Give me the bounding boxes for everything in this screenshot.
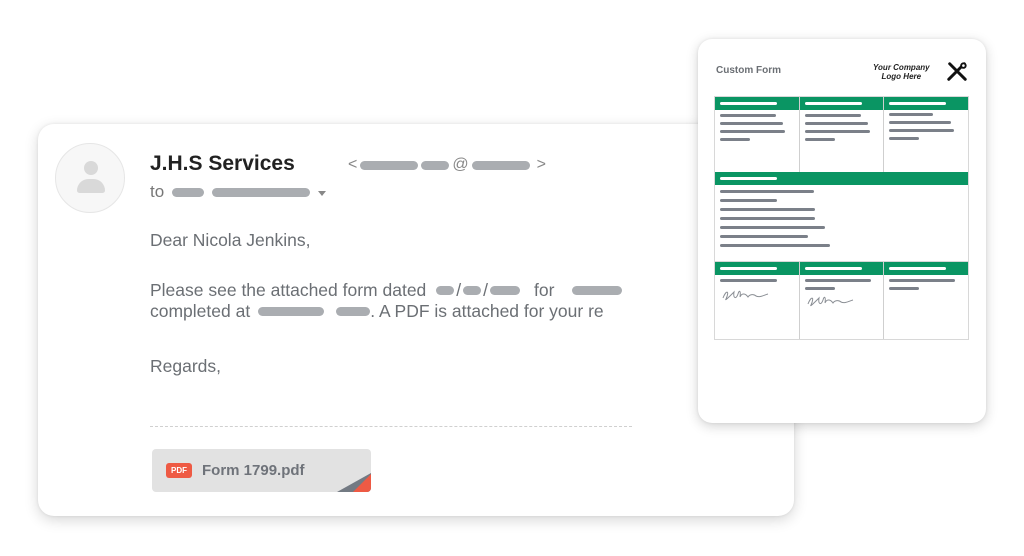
- avatar-body-icon: [77, 179, 105, 193]
- form-title: Custom Form: [716, 65, 781, 76]
- redacted-block: [336, 307, 371, 316]
- email-message: J.H.S Services < @ > to Dear Nicola Jenk…: [38, 124, 794, 516]
- company-logo-text: Your Company Logo Here: [873, 63, 930, 81]
- redacted-block: [172, 187, 205, 197]
- para-text: . A PDF is attached for your re: [370, 301, 604, 321]
- redacted-block: [490, 286, 521, 295]
- redacted-block: [360, 160, 419, 170]
- form-cell: [884, 97, 969, 172]
- redacted-block: [258, 307, 325, 316]
- attachment-filename: Form 1799.pdf: [202, 462, 305, 479]
- logo-line: Logo Here: [881, 72, 922, 81]
- redacted-block: [572, 286, 623, 295]
- form-preview: Custom Form Your Company Logo Here: [698, 39, 986, 423]
- email-greeting: Dear Nicola Jenkins,: [150, 230, 311, 250]
- pdf-attachment[interactable]: PDF Form 1799.pdf: [152, 449, 371, 492]
- para-text: completed at: [150, 301, 251, 321]
- form-cell: [715, 97, 800, 172]
- to-label: to: [150, 182, 165, 201]
- para-text: for: [534, 280, 555, 300]
- form-cell: [799, 262, 885, 339]
- email-signoff: Regards,: [150, 356, 222, 376]
- recipient-line: to: [150, 182, 327, 202]
- logo-line: Your Company: [873, 63, 930, 72]
- angle-close: >: [536, 156, 546, 173]
- form-section-top: [714, 96, 969, 173]
- redacted-block: [463, 286, 482, 295]
- form-cell: [715, 262, 800, 339]
- avatar-head-icon: [84, 161, 98, 175]
- recipient-dropdown-icon[interactable]: [318, 190, 327, 196]
- para-text: Please see the attached form dated: [150, 280, 427, 300]
- signature-icon: [722, 290, 769, 301]
- redacted-block: [421, 160, 450, 170]
- pdf-icon: PDF: [166, 463, 192, 478]
- at-sign: @: [452, 156, 469, 173]
- corner-fold-accent: [353, 474, 371, 492]
- sender-avatar: [55, 143, 125, 213]
- form-section-middle: [714, 172, 969, 262]
- date-sep: /: [456, 280, 462, 300]
- sender-email-redacted: < @ >: [348, 156, 546, 174]
- divider: [150, 426, 632, 427]
- form-cell: [799, 97, 885, 172]
- tools-icon: [947, 62, 967, 81]
- sender-name: J.H.S Services: [150, 152, 295, 175]
- form-section-signatures: [714, 262, 969, 340]
- redacted-block: [436, 286, 455, 295]
- redacted-block: [212, 187, 311, 197]
- angle-open: <: [348, 156, 358, 173]
- email-paragraph: Please see the attached form dated / / f…: [150, 280, 623, 322]
- form-cell: [884, 262, 969, 339]
- signature-icon: [807, 296, 853, 307]
- date-sep: /: [483, 280, 489, 300]
- redacted-block: [471, 160, 530, 170]
